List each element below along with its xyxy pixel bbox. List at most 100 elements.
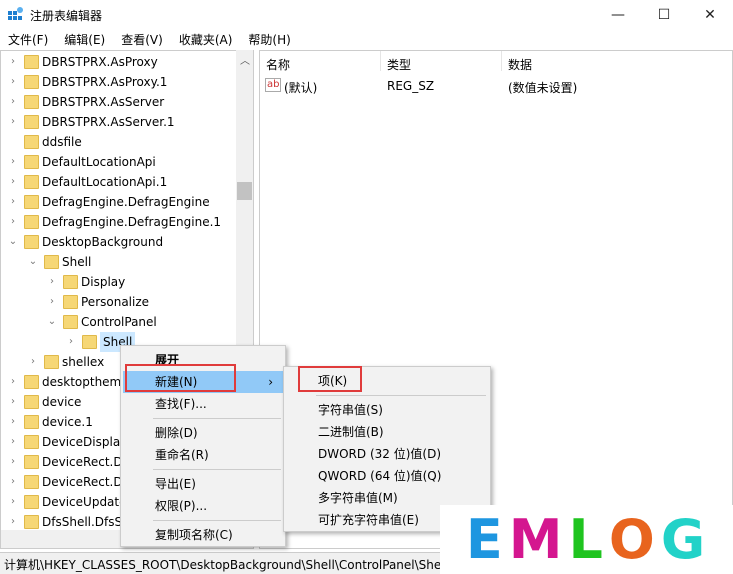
menu-item[interactable]: QWORD (64 位)值(Q) (286, 465, 488, 487)
menu-item-label: 可扩充字符串值(E) (318, 513, 419, 527)
chevron-right-icon[interactable]: › (8, 392, 18, 412)
scroll-up-icon[interactable]: ︿ (240, 52, 250, 67)
menu-separator (153, 469, 281, 470)
column-header-name[interactable]: 名称 (266, 56, 290, 73)
chevron-right-icon[interactable]: › (66, 332, 76, 352)
chevron-right-icon[interactable]: › (8, 112, 18, 132)
tree-item-label: device.1 (42, 415, 93, 429)
folder-icon (44, 255, 59, 269)
menu-0[interactable]: 文件(F) (0, 30, 56, 49)
tree-item[interactable]: › DBRSTPRX.AsProxy (1, 52, 237, 72)
tree-item[interactable]: › DefaultLocationApi.1 (1, 172, 237, 192)
chevron-right-icon[interactable]: › (8, 192, 18, 212)
folder-icon (24, 115, 39, 129)
value-row[interactable]: ab (默认) REG_SZ (数值未设置) (260, 76, 730, 96)
tree-item[interactable]: › DefaultLocationApi (1, 152, 237, 172)
column-divider[interactable] (380, 51, 381, 71)
tree-item-label: ddsfile (42, 135, 82, 149)
folder-icon (24, 435, 39, 449)
folder-icon (24, 515, 39, 529)
chevron-right-icon[interactable]: › (8, 472, 18, 492)
menu-item-label: 多字符串值(M) (318, 491, 398, 505)
tree-item[interactable]: › Display (1, 272, 237, 292)
submenu-arrow-icon: › (268, 375, 273, 389)
minimize-button[interactable]: — (595, 0, 641, 30)
folder-icon (24, 395, 39, 409)
scroll-thumb[interactable] (237, 182, 252, 200)
menu-item-label: 查找(F)... (155, 397, 207, 411)
highlight-box (125, 364, 236, 392)
chevron-right-icon[interactable]: › (8, 212, 18, 232)
logo-letter: O (608, 508, 657, 571)
tree-item[interactable]: ⌄ Shell (1, 252, 237, 272)
menu-1[interactable]: 编辑(E) (56, 30, 113, 49)
tree-item-label: DeviceUpdate (42, 495, 127, 509)
close-button[interactable]: ✕ (687, 0, 733, 30)
menu-item[interactable]: 字符串值(S) (286, 399, 488, 421)
menu-item[interactable]: 复制项名称(C) (123, 524, 283, 546)
column-header-data[interactable]: 数据 (508, 56, 532, 73)
chevron-right-icon[interactable]: › (8, 172, 18, 192)
folder-icon (24, 495, 39, 509)
folder-icon (24, 375, 39, 389)
chevron-right-icon[interactable]: › (47, 272, 57, 292)
tree-item[interactable]: ddsfile (1, 132, 237, 152)
chevron-right-icon[interactable]: › (8, 432, 18, 452)
menu-3[interactable]: 收藏夹(A) (171, 30, 241, 49)
menu-item[interactable]: 重命名(R) (123, 444, 283, 466)
chevron-right-icon[interactable]: › (28, 352, 38, 372)
chevron-right-icon[interactable]: › (8, 92, 18, 112)
tree-item[interactable]: ⌄ DesktopBackground (1, 232, 237, 252)
chevron-right-icon[interactable]: › (8, 492, 18, 512)
tree-item-label: DBRSTPRX.AsServer.1 (42, 115, 175, 129)
value-type: REG_SZ (387, 79, 435, 93)
menu-separator (153, 418, 281, 419)
menu-item[interactable]: 权限(P)... (123, 495, 283, 517)
tree-item-label: DefragEngine.DefragEngine (42, 195, 210, 209)
menu-item[interactable]: 导出(E) (123, 473, 283, 495)
logo-letter: M (508, 508, 565, 571)
tree-item[interactable]: › Personalize (1, 292, 237, 312)
menu-separator (153, 520, 281, 521)
value-data: (数值未设置) (508, 81, 578, 95)
chevron-right-icon[interactable]: › (8, 152, 18, 172)
folder-icon (24, 55, 39, 69)
tree-item-label: DefaultLocationApi (42, 155, 156, 169)
folder-icon (63, 275, 78, 289)
tree-item[interactable]: › DefragEngine.DefragEngine.1 (1, 212, 237, 232)
folder-icon (82, 335, 97, 349)
chevron-down-icon[interactable]: ⌄ (8, 232, 18, 252)
tree-item-label: DBRSTPRX.AsServer (42, 95, 165, 109)
tree-item-label: Personalize (81, 295, 150, 309)
maximize-button[interactable]: ☐ (641, 0, 687, 30)
chevron-right-icon[interactable]: › (8, 72, 18, 92)
folder-icon (63, 295, 78, 309)
menu-2[interactable]: 查看(V) (113, 30, 171, 49)
folder-icon (24, 75, 39, 89)
menu-item-label: 字符串值(S) (318, 403, 383, 417)
chevron-right-icon[interactable]: › (47, 292, 57, 312)
string-value-icon: ab (265, 78, 282, 92)
tree-item[interactable]: ⌄ ControlPanel (1, 312, 237, 332)
tree-item[interactable]: › DBRSTPRX.AsServer (1, 92, 237, 112)
tree-item[interactable]: › DBRSTPRX.AsServer.1 (1, 112, 237, 132)
chevron-right-icon[interactable]: › (8, 512, 18, 532)
folder-icon (24, 215, 39, 229)
tree-item-label: ControlPanel (81, 315, 157, 329)
menu-item[interactable]: DWORD (32 位)值(D) (286, 443, 488, 465)
tree-item[interactable]: › DefragEngine.DefragEngine (1, 192, 237, 212)
folder-icon (24, 235, 39, 249)
chevron-right-icon[interactable]: › (8, 372, 18, 392)
chevron-right-icon[interactable]: › (8, 52, 18, 72)
tree-item[interactable]: › DBRSTPRX.AsProxy.1 (1, 72, 237, 92)
column-divider[interactable] (501, 51, 502, 71)
menu-item[interactable]: 二进制值(B) (286, 421, 488, 443)
chevron-right-icon[interactable]: › (8, 452, 18, 472)
chevron-right-icon[interactable]: › (8, 412, 18, 432)
chevron-down-icon[interactable]: ⌄ (47, 312, 57, 332)
menu-4[interactable]: 帮助(H) (240, 30, 298, 49)
chevron-down-icon[interactable]: ⌄ (28, 252, 38, 272)
menu-item[interactable]: 删除(D) (123, 422, 283, 444)
column-header-type[interactable]: 类型 (387, 56, 411, 73)
menu-item[interactable]: 查找(F)... (123, 393, 283, 415)
